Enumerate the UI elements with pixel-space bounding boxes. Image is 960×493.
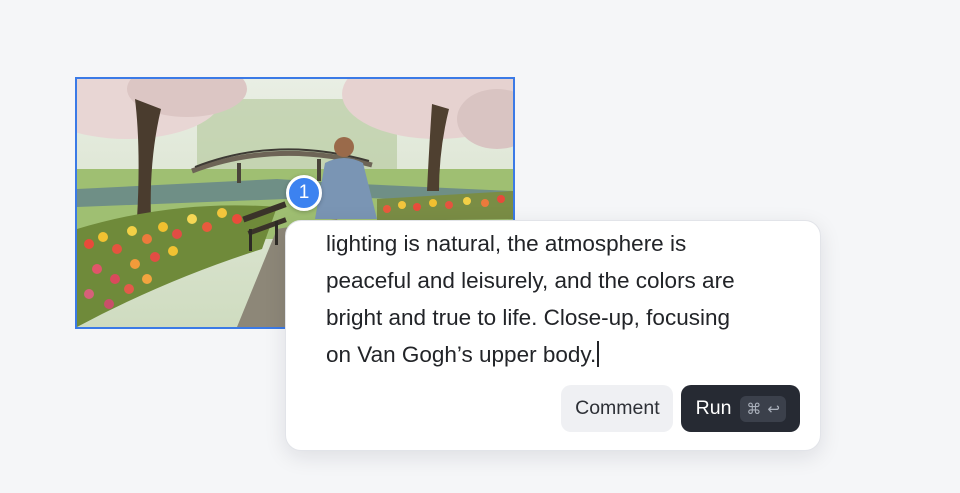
run-button-label: Run	[695, 397, 732, 419]
comment-button[interactable]: Comment	[561, 385, 673, 432]
annotation-marker-number: 1	[298, 182, 310, 203]
command-key-icon: ⌘	[746, 399, 762, 418]
prompt-textarea[interactable]: lighting is natural, the atmosphere is p…	[326, 221, 796, 373]
canvas: 1 lighting is natural, the atmosphere is…	[0, 0, 960, 493]
text-cursor	[597, 341, 600, 367]
prompt-text: lighting is natural, the atmosphere is p…	[326, 231, 735, 367]
prompt-text-wrapper: lighting is natural, the atmosphere is p…	[326, 225, 786, 373]
run-shortcut-hint: ⌘ ↩	[740, 395, 786, 422]
prompt-actions: Comment Run ⌘ ↩	[561, 385, 800, 432]
run-button[interactable]: Run ⌘ ↩	[680, 385, 800, 432]
comment-button-label: Comment	[575, 397, 660, 419]
prompt-card: lighting is natural, the atmosphere is p…	[285, 220, 821, 451]
annotation-marker[interactable]: 1	[286, 175, 322, 211]
enter-key-icon: ↩	[767, 399, 780, 418]
